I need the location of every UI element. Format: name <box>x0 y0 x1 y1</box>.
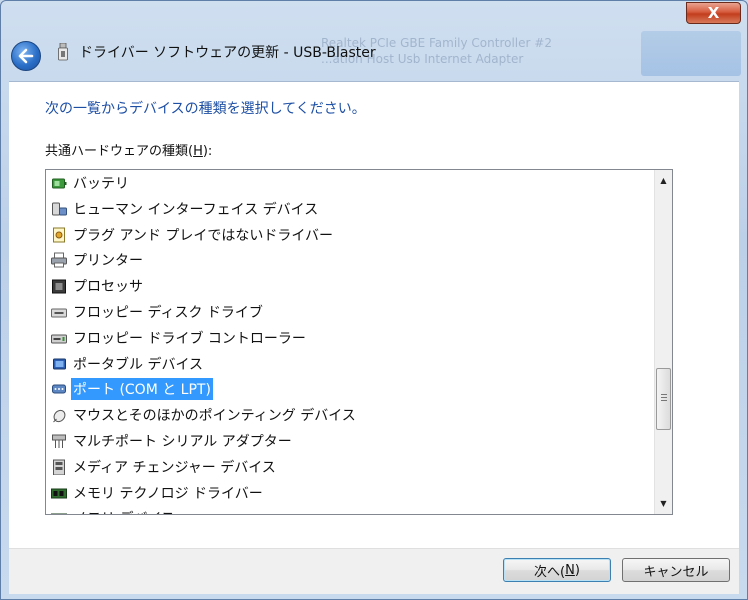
usb-device-icon <box>58 43 68 61</box>
list-item-label: ヒューマン インターフェイス デバイス <box>73 201 319 218</box>
driver-icon <box>53 227 65 243</box>
scroll-down-icon[interactable]: ▼ <box>655 495 672 512</box>
list-item-label: メモリ テクノロジ ドライバー <box>73 485 263 502</box>
list-item-label: プロセッサ <box>73 279 143 296</box>
background-window-glimpse <box>641 31 741 76</box>
mouse-icon <box>53 410 66 423</box>
wizard-footer: 次へ(N) キャンセル <box>9 548 739 594</box>
driver-update-window: Realtek PCIe GBE Family Controller #2 ..… <box>0 0 748 600</box>
list-item[interactable]: フロッピー ドライブ コントローラー <box>50 327 308 349</box>
next-label-prefix: 次へ( <box>534 564 566 580</box>
hardware-type-list[interactable]: バッテリヒューマン インターフェイス デバイス プラグ アンド プレイではないドラ… <box>45 169 673 515</box>
list-item[interactable]: プリンター <box>50 249 145 271</box>
floppy-controller-icon <box>51 334 67 344</box>
list-item-label: フロッピー ディスク ドライブ <box>73 305 263 321</box>
list-item[interactable]: メモリ テクノロジ ドライバー <box>50 482 265 504</box>
list-item[interactable]: プロセッサ <box>50 275 145 297</box>
multiport-icon <box>52 434 66 448</box>
battery-icon <box>52 178 67 189</box>
memory-tech-icon <box>51 488 67 499</box>
hardware-type-label: 共通ハードウェアの種類(H): <box>45 140 212 159</box>
printer-icon <box>51 252 67 268</box>
list-item[interactable]: フロッピー ディスク ドライブ <box>50 301 265 323</box>
processor-icon <box>52 279 66 294</box>
list-item[interactable]: ポータブル デバイス <box>50 353 205 375</box>
next-button[interactable]: 次へ(N) <box>503 558 611 582</box>
floppy-drive-icon <box>51 308 67 318</box>
label-hotkey: H <box>193 144 203 159</box>
list-item[interactable]: メディア チェンジャー デバイス <box>50 456 278 478</box>
list-item-label: バッテリ <box>73 176 129 192</box>
back-button[interactable] <box>11 41 41 71</box>
window-title: ドライバー ソフトウェアの更新 - USB-Blaster <box>79 45 376 61</box>
next-hotkey: N <box>565 562 575 578</box>
list-item[interactable]: マルチポート シリアル アダプター <box>50 430 294 452</box>
cancel-button[interactable]: キャンセル <box>622 558 730 582</box>
list-item[interactable]: プラグ アンド プレイではないドライバー <box>50 224 335 246</box>
list-item-label: ポータブル デバイス <box>73 356 204 373</box>
list-item-label: メディア チェンジャー デバイス <box>73 459 276 476</box>
list-item-label: プラグ アンド プレイではないドライバー <box>73 227 334 244</box>
close-icon: X <box>707 4 720 22</box>
wizard-content: 次の一覧からデバイスの種類を選択してください。 共通ハードウェアの種類(H): … <box>9 81 739 548</box>
port-icon <box>52 384 66 394</box>
list-item-label: プリンター <box>73 253 143 270</box>
memory-device-icon <box>51 513 67 514</box>
vertical-scrollbar[interactable]: ▲ ▼ <box>654 170 672 514</box>
media-changer-icon <box>53 459 65 475</box>
list-item-label: メモリ デバイス <box>71 507 177 514</box>
next-label-suffix: ) <box>574 562 580 578</box>
list-item[interactable]: バッテリ <box>50 172 131 194</box>
list-item-label: マウスとそのほかのポインティング デバイス <box>73 408 356 425</box>
list-item[interactable]: メモリ デバイス <box>50 507 177 514</box>
scroll-up-icon[interactable]: ▲ <box>655 172 672 189</box>
list-item[interactable]: マウスとそのほかのポインティング デバイス <box>50 404 358 426</box>
list-item[interactable]: ヒューマン インターフェイス デバイス <box>50 198 320 220</box>
list-item-label: マルチポート シリアル アダプター <box>73 434 292 450</box>
list-item[interactable]: ポート (COM と LPT) <box>50 378 213 401</box>
instruction-text: 次の一覧からデバイスの種類を選択してください。 <box>45 101 366 117</box>
list-item-label: フロッピー ドライブ コントローラー <box>73 330 306 347</box>
back-arrow-icon <box>18 48 34 64</box>
scroll-thumb[interactable] <box>656 368 671 430</box>
hid-icon <box>52 202 67 216</box>
list-item-label: ポート (COM と LPT) <box>71 378 213 401</box>
portable-device-icon <box>53 358 66 370</box>
label-suffix: ): <box>202 144 213 159</box>
label-prefix: 共通ハードウェアの種類( <box>45 144 194 159</box>
close-button[interactable]: X <box>686 2 741 24</box>
